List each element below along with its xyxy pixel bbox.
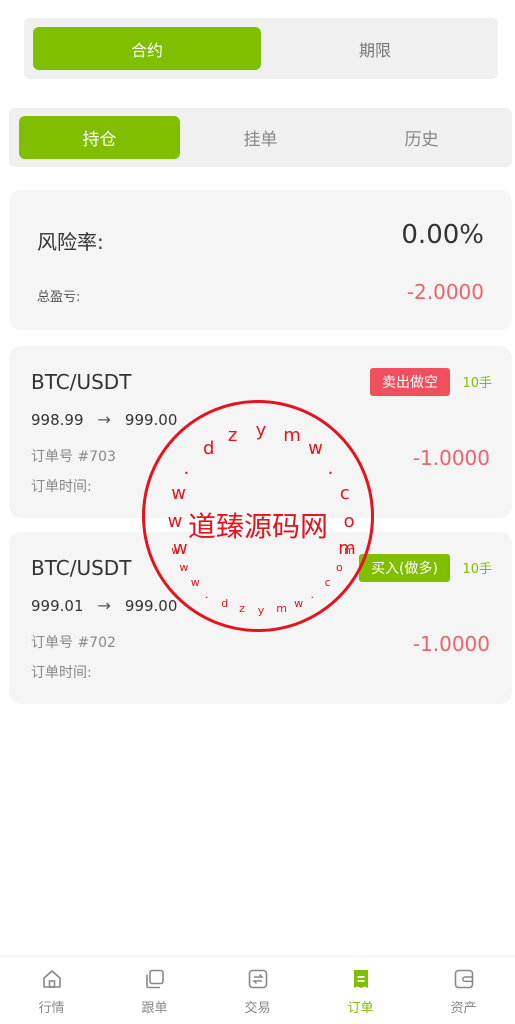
arrow-right-icon: → <box>97 410 111 429</box>
watermark-ring-char: c <box>339 482 350 504</box>
exchange-icon <box>248 969 267 989</box>
watermark-ring-char: c <box>324 575 331 589</box>
watermark-ring-char: . <box>327 457 334 479</box>
position-symbol: BTC/USDT <box>31 370 132 394</box>
position-symbol: BTC/USDT <box>31 556 132 580</box>
tabbar-label: 订单 <box>347 1001 374 1016</box>
risk-rate-value: 0.00% <box>401 220 484 250</box>
watermark-ring-char: m <box>344 543 355 557</box>
tabbar-item-trade[interactable]: 交易 <box>206 957 309 1024</box>
tabbar-item-copy[interactable]: 跟单 <box>103 957 206 1024</box>
position-leverage: 10手 <box>462 562 492 577</box>
tabbar-item-assets[interactable]: 资产 <box>412 957 515 1024</box>
total-pnl-label: 总盈亏: <box>37 290 81 305</box>
watermark-ring-char: d <box>221 596 229 610</box>
watermark-ring-char: o <box>336 560 343 574</box>
order-time-label: 订单时间: <box>31 479 92 495</box>
copy-icon <box>145 969 164 989</box>
tabbar-label: 跟单 <box>141 1001 168 1016</box>
watermark-ring-char: m <box>276 602 288 616</box>
watermark-ring-char: w <box>167 510 183 532</box>
home-icon <box>42 970 61 988</box>
watermark-ring-char: w <box>294 596 304 610</box>
current-price: 999.00 <box>124 410 178 429</box>
position-prices: 998.99 → 999.00 <box>31 410 177 429</box>
summary-card: 风险率: 0.00% 总盈亏: -2.0000 <box>9 190 512 330</box>
order-number: 订单号 #703 <box>31 449 116 465</box>
position-pnl: -1.0000 <box>412 446 490 470</box>
segment-term[interactable]: 期限 <box>261 27 489 70</box>
position-pnl: -1.0000 <box>412 632 490 656</box>
tabbar-label: 行情 <box>38 1001 65 1016</box>
watermark-ring-char: m <box>283 424 301 446</box>
watermark-ring-char: . <box>183 457 190 479</box>
watermark-ring-char: y <box>257 604 265 618</box>
position-prices: 999.01 → 999.00 <box>31 596 177 615</box>
tab-positions[interactable]: 持仓 <box>19 116 180 159</box>
position-side-badge: 卖出做空 <box>370 368 450 396</box>
watermark-ring-char: w <box>308 437 323 459</box>
tab-pending[interactable]: 挂单 <box>180 116 341 159</box>
watermark-ring-char: o <box>343 510 355 532</box>
position-side-badge: 买入(做多) <box>359 554 450 582</box>
watermark-ring-char: w <box>171 543 181 557</box>
watermark-ring-char: w <box>179 560 189 574</box>
tab-history[interactable]: 历史 <box>341 116 502 159</box>
tabbar-label: 资产 <box>450 1001 477 1016</box>
tabbar-item-orders[interactable]: 订单 <box>309 957 412 1024</box>
segment-contract[interactable]: 合约 <box>33 27 261 70</box>
orders-icon <box>353 970 368 988</box>
risk-rate-label: 风险率: <box>37 230 104 254</box>
watermark-ring-char: y <box>255 420 267 442</box>
current-price: 999.00 <box>124 596 178 615</box>
tabbar-label: 交易 <box>244 1001 271 1016</box>
wallet-icon <box>454 969 473 989</box>
watermark-ring-char: w <box>190 575 200 589</box>
open-price: 999.01 <box>31 596 84 615</box>
order-tabs: 持仓 挂单 历史 <box>9 108 512 167</box>
open-price: 998.99 <box>31 410 84 429</box>
watermark-stamp: 道臻源码网 www.dzymw.comwww.dzymw.com <box>142 400 374 632</box>
watermark-ring-char: . <box>204 587 209 601</box>
watermark-ring-char: . <box>310 587 314 601</box>
order-number: 订单号 #702 <box>31 635 116 651</box>
total-pnl-value: -2.0000 <box>406 280 484 304</box>
watermark-ring-char: d <box>203 437 215 459</box>
position-leverage: 10手 <box>462 376 492 391</box>
contract-type-segment: 合约 期限 <box>24 18 498 79</box>
watermark-ring-char: z <box>227 424 238 446</box>
bottom-tabbar: 行情 跟单 交易 订单 资产 <box>0 956 515 1024</box>
watermark-ring-char: z <box>239 602 245 616</box>
arrow-right-icon: → <box>97 596 111 615</box>
watermark-ring-char: w <box>171 482 187 504</box>
tabbar-item-market[interactable]: 行情 <box>0 957 103 1024</box>
order-time-label: 订单时间: <box>31 665 92 681</box>
